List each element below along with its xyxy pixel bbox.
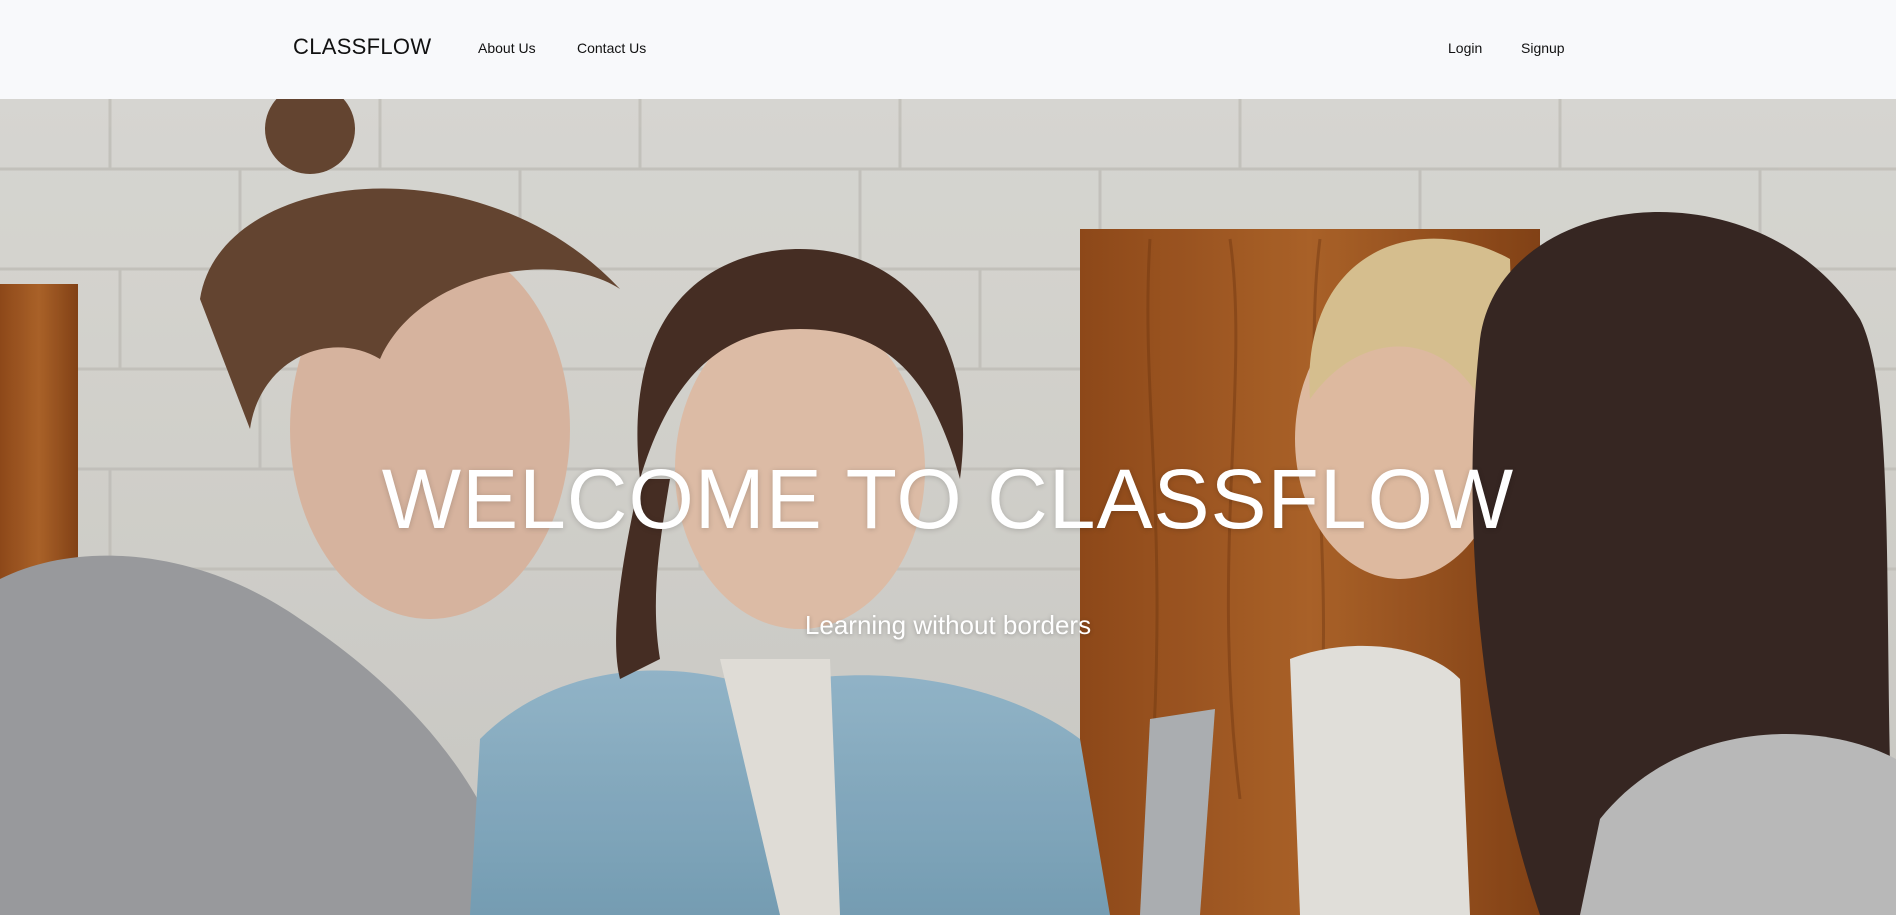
hero-title: WELCOME TO CLASSFLOW <box>381 452 1515 546</box>
nav-link-contact-us[interactable]: Contact Us <box>577 40 646 56</box>
hero-section: WELCOME TO CLASSFLOW Learning without bo… <box>0 99 1896 915</box>
navbar: CLASSFLOW About Us Contact Us Login Sign… <box>0 0 1896 99</box>
nav-link-login[interactable]: Login <box>1448 40 1482 56</box>
nav-link-about-us[interactable]: About Us <box>478 40 536 56</box>
hero-subtitle: Learning without borders <box>804 610 1092 640</box>
nav-link-signup[interactable]: Signup <box>1521 40 1565 56</box>
brand-logo[interactable]: CLASSFLOW <box>293 34 431 60</box>
